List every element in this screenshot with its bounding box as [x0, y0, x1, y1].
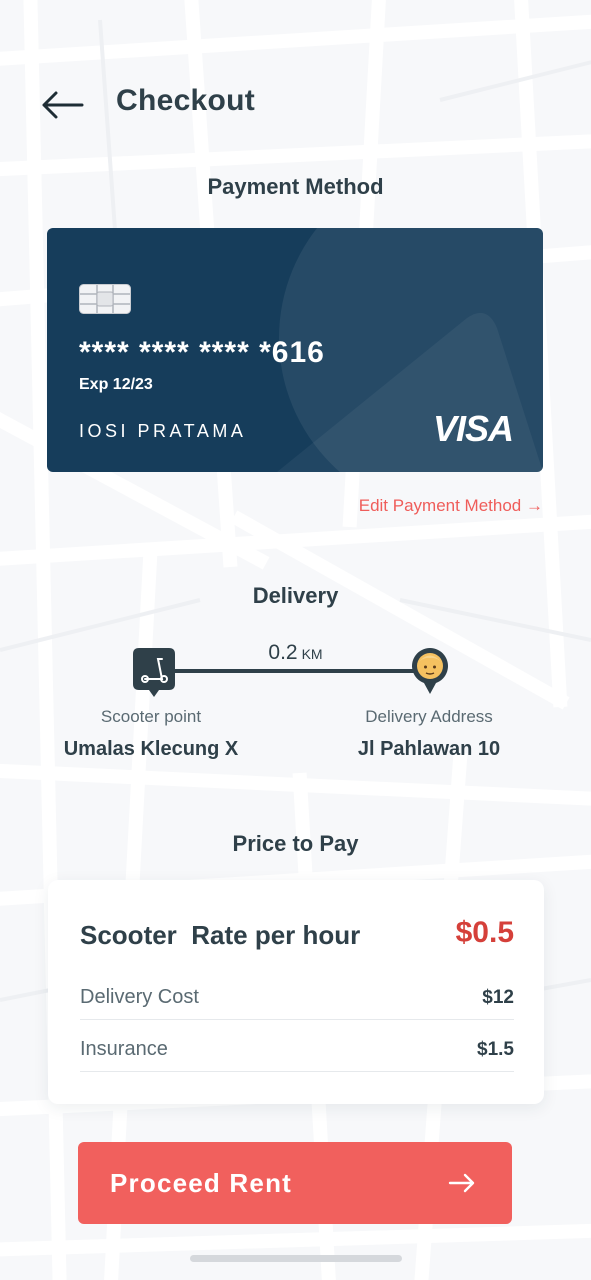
arrow-left-icon [42, 91, 84, 119]
origin-name: Umalas Klecung X [63, 738, 239, 760]
card-expiry: Exp 12/23 [79, 376, 153, 393]
price-summary-card: Scooter Rate per hour $0.5 Delivery Cost… [48, 880, 544, 1104]
proceed-rent-label: Proceed Rent [110, 1167, 293, 1198]
route-line [161, 669, 421, 673]
delivery-title: Delivery [252, 583, 339, 608]
rate-value: $0.5 [455, 916, 514, 949]
card-number: **** **** **** *616 [79, 336, 325, 369]
price-row-label: Delivery Cost [80, 986, 199, 1008]
price-row-delivery: Delivery Cost $12 [80, 976, 514, 1020]
destination-label: Delivery Address [365, 707, 493, 726]
destination-name: Jl Pahlawan 10 [357, 738, 501, 760]
user-avatar-pin-icon [412, 648, 448, 694]
proceed-rent-button[interactable]: Proceed Rent [78, 1142, 512, 1224]
home-indicator [190, 1255, 402, 1262]
origin-label: Scooter point [100, 707, 202, 726]
arrow-right-icon [448, 1173, 475, 1193]
delivery-route [131, 640, 451, 700]
page-title: Checkout [116, 84, 256, 117]
edit-payment-method-link[interactable]: Edit Payment Method → [359, 496, 543, 516]
payment-method-title: Payment Method [207, 174, 384, 199]
rate-label: Scooter Rate per hour [80, 920, 361, 950]
price-row-amount: $12 [482, 986, 514, 1008]
scooter-pin-icon [133, 648, 175, 697]
price-row-label: Insurance [80, 1038, 168, 1060]
price-row-insurance: Insurance $1.5 [80, 1028, 514, 1072]
visa-logo: VISA [432, 408, 514, 449]
price-title: Price to Pay [232, 831, 359, 856]
card-holder-name: IOSI PRATAMA [79, 421, 247, 441]
credit-card[interactable]: **** **** **** *616 Exp 12/23 IOSI PRATA… [47, 228, 543, 472]
back-button[interactable] [40, 86, 88, 124]
card-chip-icon [79, 284, 131, 314]
price-row-amount: $1.5 [477, 1038, 514, 1060]
